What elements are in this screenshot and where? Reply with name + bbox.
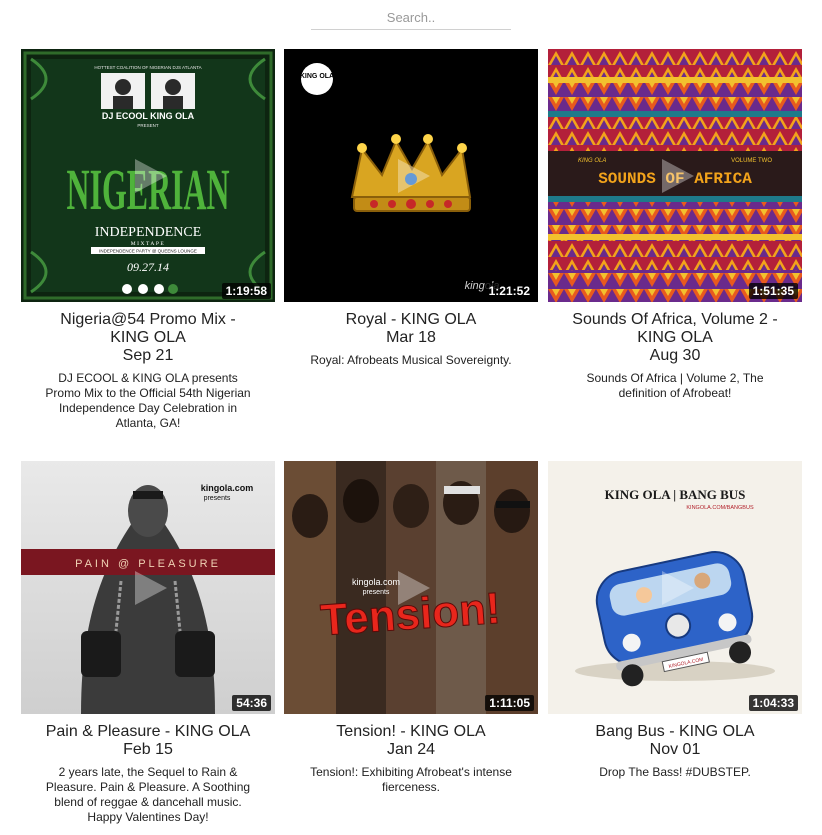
video-card: kingola.com presents Tension! 1:11:05 Te… xyxy=(284,461,538,795)
video-description: DJ ECOOL & KING OLA presents Promo Mix t… xyxy=(45,371,251,430)
video-description: Royal: Afrobeats Musical Sovereignty. xyxy=(310,353,512,367)
video-card: KING OLA | BANG BUS KINGOLA.COM/BANGBUS … xyxy=(548,461,802,780)
play-icon xyxy=(135,158,167,193)
video-date: Feb 15 xyxy=(123,741,173,758)
video-description: Sounds Of Africa | Volume 2, The definit… xyxy=(586,371,764,400)
video-description: 2 years late, the Sequel to Rain & Pleas… xyxy=(45,765,251,824)
video-date: Sep 21 xyxy=(122,347,174,364)
video-description: Drop The Bass! #DUBSTEP. xyxy=(599,765,751,779)
duration-badge: 1:04:33 xyxy=(748,695,798,711)
search-input[interactable] xyxy=(311,6,511,30)
art-presents: presents xyxy=(204,495,231,502)
video-thumbnail[interactable]: PAIN @ PLEASURE kingola.com presents 54:… xyxy=(21,461,275,714)
art-right: VOLUME TWO xyxy=(731,158,772,164)
video-thumbnail[interactable]: KING OLA VOLUME TWO SOUNDS OF AFRICA 1:5… xyxy=(548,49,802,302)
art-date: 09.27.14 xyxy=(127,260,169,274)
video-date: Jan 24 xyxy=(386,741,436,758)
video-date: Nov 01 xyxy=(649,741,701,758)
play-icon xyxy=(135,570,167,605)
video-card: KING OLA kingola 1:21:52 Royal - KING OL… xyxy=(284,49,538,368)
video-title[interactable]: Tension! - KING OLA xyxy=(284,723,538,741)
video-thumbnail[interactable]: KING OLA kingola 1:21:52 xyxy=(284,49,538,302)
play-icon xyxy=(662,570,694,605)
video-date: Mar 18 xyxy=(386,329,436,346)
play-icon xyxy=(398,158,430,193)
duration-badge: 1:51:35 xyxy=(748,283,798,299)
art-tag: INDEPENDENCE PARTY @ QUEENS LOUNGE xyxy=(99,249,197,254)
video-title[interactable]: Bang Bus - KING OLA xyxy=(548,723,802,741)
video-title[interactable]: Pain & Pleasure - KING OLA xyxy=(21,723,275,741)
duration-badge: 1:21:52 xyxy=(484,283,534,299)
video-card: KING OLA VOLUME TWO SOUNDS OF AFRICA 1:5… xyxy=(548,49,802,401)
duration-badge: 1:11:05 xyxy=(485,695,534,711)
video-title[interactable]: Royal - KING OLA xyxy=(284,311,538,329)
art-url: KINGOLA.COM/BANGBUS xyxy=(686,505,754,511)
duration-badge: 1:19:58 xyxy=(221,283,271,299)
play-icon xyxy=(662,158,694,193)
video-thumbnail[interactable]: HOTTEST COALITION OF NIGERIAN DJS ATLANT… xyxy=(21,49,275,302)
art-subtitle: INDEPENDENCE xyxy=(95,225,202,240)
video-card: HOTTEST COALITION OF NIGERIAN DJS ATLANT… xyxy=(21,49,275,431)
video-title[interactable]: Sounds Of Africa, Volume 2 - KING OLA xyxy=(548,311,802,347)
art-names: DJ ECOOL KING OLA xyxy=(102,111,195,121)
duration-badge: 54:36 xyxy=(232,695,271,711)
video-thumbnail[interactable]: KING OLA | BANG BUS KINGOLA.COM/BANGBUS … xyxy=(548,461,802,714)
search-bar xyxy=(311,6,511,30)
video-description: Tension!: Exhibiting Afrobeat's intense … xyxy=(310,765,512,794)
art-left: KING OLA xyxy=(578,158,606,164)
art-header: KING OLA | BANG BUS xyxy=(605,487,746,502)
play-icon xyxy=(398,570,430,605)
art-top-text: HOTTEST COALITION OF NIGERIAN DJS ATLANT… xyxy=(94,65,201,70)
video-title[interactable]: Nigeria@54 Promo Mix - KING OLA xyxy=(21,311,275,347)
video-card: PAIN @ PLEASURE kingola.com presents 54:… xyxy=(21,461,275,825)
art-brand: kingola.com xyxy=(201,483,254,493)
art-mix: MIXTAPE xyxy=(131,241,166,247)
video-date: Aug 30 xyxy=(649,347,701,364)
art-logo: KING OLA xyxy=(300,73,334,80)
video-thumbnail[interactable]: kingola.com presents Tension! 1:11:05 xyxy=(284,461,538,714)
art-presents: PRESENT xyxy=(137,123,159,128)
